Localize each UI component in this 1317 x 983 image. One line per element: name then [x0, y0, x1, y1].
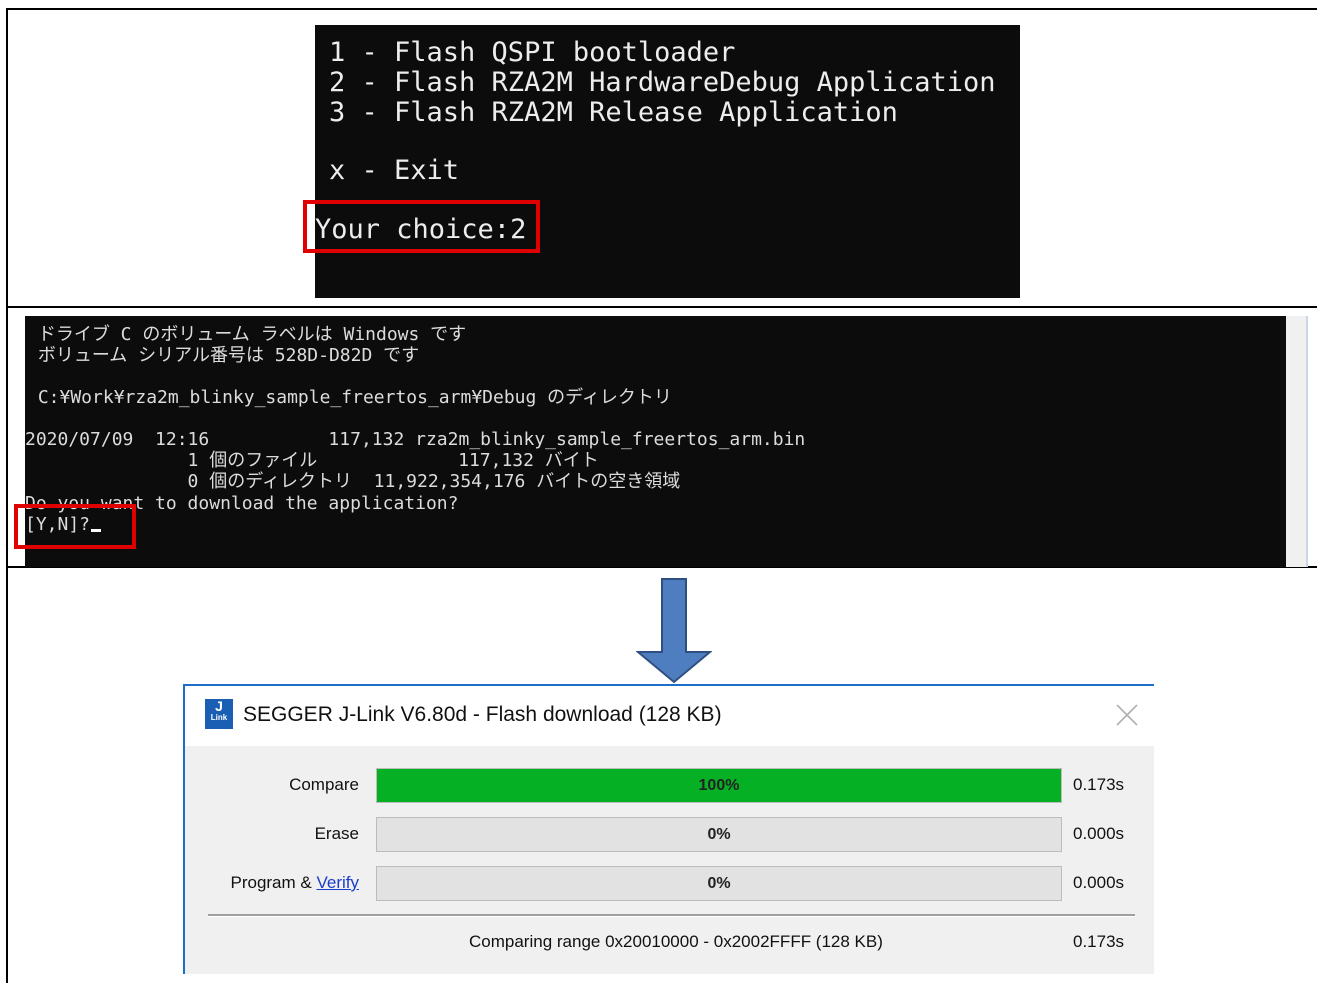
menu-exit-option: x - Exit: [329, 155, 460, 186]
close-icon[interactable]: [1113, 701, 1141, 729]
progress-percent: 100%: [698, 777, 740, 794]
program-time: 0.000s: [1073, 873, 1125, 892]
terminal-line: ボリューム シリアル番号は 528D-D82D です: [27, 345, 420, 366]
dialog-titlebar[interactable]: J Link SEGGER J-Link V6.80d - Flash down…: [185, 686, 1154, 746]
terminal-line: 1 個のファイル 117,132 バイト: [25, 450, 599, 471]
compare-label: Compare: [289, 775, 359, 794]
menu-option: 2 - Flash RZA2M HardwareDebug Applicatio…: [329, 67, 996, 98]
separator: [208, 914, 1135, 917]
progress-percent: 0%: [707, 875, 731, 892]
erase-label: Erase: [314, 824, 359, 843]
jlink-app-icon: J Link: [205, 699, 233, 729]
status-text: Comparing range 0x20010000 - 0x2002FFFF …: [469, 932, 883, 951]
program-verify-label: Program & Verify: [230, 873, 359, 893]
erase-time: 0.000s: [1073, 824, 1125, 843]
dir-terminal: ドライブ C のボリューム ラベルは Windows です ボリューム シリアル…: [25, 316, 1286, 567]
dialog-title: SEGGER J-Link V6.80d - Flash download (1…: [243, 703, 722, 726]
program-label: Program &: [230, 873, 317, 892]
icon-letter: J: [215, 698, 223, 714]
program-progress-bar: 0%: [376, 866, 1062, 901]
terminal-line: C:¥Work¥rza2m_blinky_sample_freertos_arm…: [27, 387, 672, 408]
status-time: 0.173s: [1073, 932, 1125, 951]
progress-percent: 0%: [707, 826, 731, 843]
section-divider: [6, 306, 1317, 308]
flash-download-dialog: J Link SEGGER J-Link V6.80d - Flash down…: [183, 684, 1154, 974]
menu-terminal: 1 - Flash QSPI bootloader 2 - Flash RZA2…: [315, 25, 1020, 298]
scrollbar[interactable]: [1286, 316, 1308, 567]
terminal-line: 0 個のディレクトリ 11,922,354,176 バイトの空き領域: [25, 471, 681, 492]
terminal-line: ドライブ C のボリューム ラベルは Windows です: [27, 324, 467, 345]
verify-link[interactable]: Verify: [316, 873, 359, 892]
down-arrow-icon: [636, 578, 712, 684]
menu-option: 1 - Flash QSPI bootloader: [329, 37, 736, 68]
terminal-line: 2020/07/09 12:16 117,132 rza2m_blinky_sa…: [25, 429, 806, 450]
erase-progress-bar: 0%: [376, 817, 1062, 852]
compare-time: 0.173s: [1073, 775, 1125, 794]
highlight-box: [14, 504, 136, 549]
menu-option: 3 - Flash RZA2M Release Application: [329, 97, 898, 128]
compare-progress-bar: 100%: [376, 768, 1062, 803]
highlight-box: [303, 200, 540, 253]
icon-word: Link: [210, 713, 228, 722]
